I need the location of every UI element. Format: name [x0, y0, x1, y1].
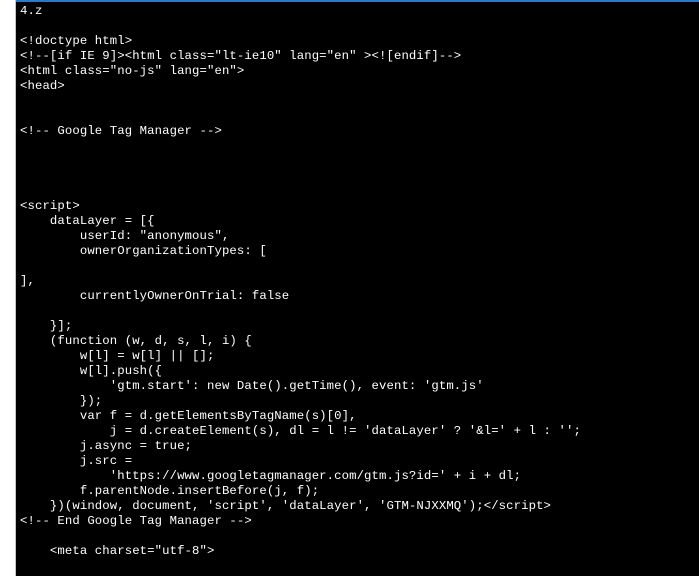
terminal-panel[interactable]: 4.z <!doctype html> <!--[if IE 9]><html … [16, 0, 699, 576]
code-content[interactable]: 4.z <!doctype html> <!--[if IE 9]><html … [16, 2, 699, 559]
window-root: 4.z <!doctype html> <!--[if IE 9]><html … [0, 0, 699, 576]
left-gutter [0, 0, 16, 576]
